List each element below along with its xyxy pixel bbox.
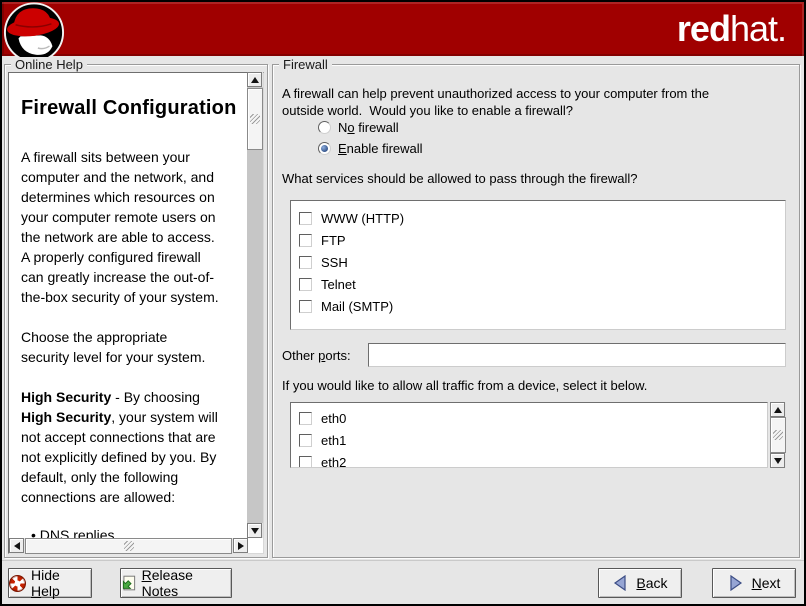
checkbox[interactable] [299, 456, 312, 469]
scroll-down-button[interactable] [247, 523, 262, 538]
arrow-down-icon [774, 458, 782, 464]
release-notes-button[interactable]: Release Notes [120, 568, 232, 598]
checkbox[interactable] [299, 278, 312, 291]
service-row-www[interactable]: WWW (HTTP) [291, 207, 785, 229]
checkbox[interactable] [299, 300, 312, 313]
arrow-up-icon [251, 77, 259, 83]
service-label: WWW (HTTP) [321, 211, 404, 226]
scrollbar-thumb[interactable] [247, 88, 263, 150]
back-button[interactable]: Back [598, 568, 682, 598]
services-question: What services should be allowed to pass … [282, 170, 638, 187]
radio-button[interactable] [318, 142, 331, 155]
online-help-frame-label: Online Help [11, 57, 87, 72]
device-row-eth1[interactable]: eth1 [291, 429, 767, 451]
service-row-telnet[interactable]: Telnet [291, 273, 785, 295]
service-label: FTP [321, 233, 346, 248]
brand-bold: red [677, 8, 730, 49]
arrow-up-icon [774, 407, 782, 413]
device-row-eth2[interactable]: eth2 [291, 451, 767, 468]
radio-no-firewall[interactable]: No firewall [318, 119, 399, 136]
help-vertical-scrollbar[interactable] [247, 72, 263, 538]
other-ports-input[interactable] [368, 343, 786, 367]
help-text-panel: Firewall Configuration A firewall sits b… [8, 72, 264, 554]
devices-question: If you would like to allow all traffic f… [282, 377, 647, 394]
hide-help-button[interactable]: Hide Help [8, 568, 92, 598]
service-label: Telnet [321, 277, 356, 292]
life-buoy-icon [9, 575, 26, 592]
device-row-eth0[interactable]: eth0 [291, 407, 767, 429]
scrollbar-thumb[interactable] [25, 538, 232, 554]
service-label: Mail (SMTP) [321, 299, 393, 314]
checkbox[interactable] [299, 234, 312, 247]
brand-light: hat. [730, 8, 786, 49]
device-label: eth1 [321, 433, 346, 448]
hide-help-label: Hide Help [31, 567, 91, 599]
next-arrow-icon [728, 575, 744, 591]
scroll-up-button[interactable] [247, 72, 262, 87]
help-title: Firewall Configuration [21, 97, 237, 120]
help-bold-term: High Security [21, 409, 111, 425]
help-paragraph: A firewall sits between your computer an… [21, 147, 247, 307]
scroll-up-button[interactable] [770, 402, 785, 417]
help-paragraph: Choose the appropriate security level fo… [21, 327, 247, 367]
checkbox[interactable] [299, 412, 312, 425]
installer-window: redhat. Online Help Firewall Configurati… [0, 0, 806, 606]
service-row-ssh[interactable]: SSH [291, 251, 785, 273]
next-label: Next [752, 575, 781, 591]
device-label: eth0 [321, 411, 346, 426]
redhat-shadowman-icon [3, 1, 65, 64]
service-row-ftp[interactable]: FTP [291, 229, 785, 251]
back-arrow-icon [612, 575, 628, 591]
checkbox[interactable] [299, 434, 312, 447]
services-list[interactable]: WWW (HTTP) FTP SSH Telnet Mail (SMTP) [290, 200, 786, 330]
checkbox[interactable] [299, 212, 312, 225]
service-row-mail[interactable]: Mail (SMTP) [291, 295, 785, 317]
devices-list[interactable]: eth0 eth1 eth2 [290, 402, 768, 468]
scrollbar-thumb[interactable] [770, 417, 786, 453]
firewall-frame-label: Firewall [279, 57, 332, 72]
arrow-right-icon [238, 542, 244, 550]
help-content: Firewall Configuration A firewall sits b… [9, 73, 248, 539]
next-button[interactable]: Next [712, 568, 796, 598]
radio-button[interactable] [318, 121, 331, 134]
scroll-down-button[interactable] [770, 453, 785, 468]
scroll-right-button[interactable] [233, 538, 248, 553]
release-notes-label: Release Notes [142, 567, 231, 599]
help-bullet-item: • DNS replies [31, 525, 114, 539]
checkbox[interactable] [299, 256, 312, 269]
scroll-left-button[interactable] [9, 538, 24, 553]
radio-no-firewall-label: No firewall [338, 120, 399, 135]
service-label: SSH [321, 255, 348, 270]
footer-divider [2, 560, 804, 561]
release-notes-icon [121, 575, 137, 592]
firewall-intro-text: A firewall can help prevent unauthorized… [282, 85, 794, 119]
arrow-down-icon [251, 528, 259, 534]
back-label: Back [636, 575, 667, 591]
radio-enable-firewall-label: Enable firewall [338, 141, 423, 156]
header-banner: redhat. [2, 2, 804, 56]
help-horizontal-scrollbar[interactable] [9, 538, 248, 554]
devices-vertical-scrollbar[interactable] [770, 402, 786, 468]
arrow-left-icon [14, 542, 20, 550]
other-ports-label: Other ports: [282, 347, 351, 364]
help-bold-term: High Security [21, 389, 111, 405]
redhat-wordmark: redhat. [677, 9, 786, 49]
help-paragraph: High Security - By choosing High Securit… [21, 387, 247, 507]
scrollbar-track[interactable] [247, 87, 263, 523]
radio-enable-firewall[interactable]: Enable firewall [318, 140, 423, 157]
device-label: eth2 [321, 455, 346, 469]
